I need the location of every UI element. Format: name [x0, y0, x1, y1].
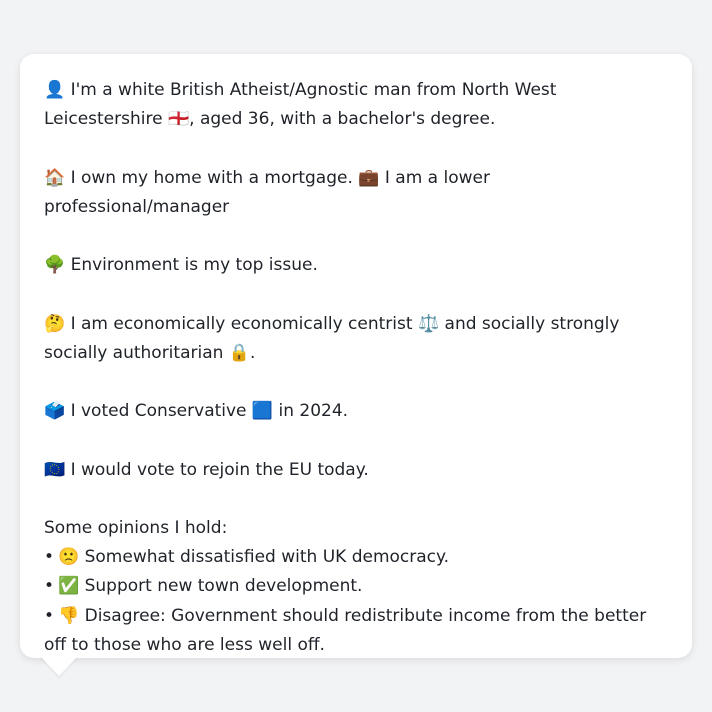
ideology-text-end: .	[249, 342, 256, 363]
opinions-heading: Some opinions I hold:	[44, 517, 228, 538]
briefcase-icon: 💼	[358, 167, 380, 188]
eu-line: 🇪🇺 I would vote to rejoin the EU today.	[44, 456, 668, 485]
identity-line: 👤 I'm a white British Atheist/Agnostic m…	[44, 76, 668, 134]
person-icon: 👤	[44, 80, 66, 100]
bullet: •	[44, 605, 55, 626]
england-flag-icon: 🏴󠁧󠁢󠁥󠁮󠁧󠁿	[167, 109, 190, 130]
vote-year-text: in 2024.	[278, 401, 349, 422]
opinion-item-democracy: • 🙁 Somewhat dissatisfied with UK democra…	[44, 543, 668, 572]
thinking-face-icon: 🤔	[44, 313, 66, 334]
ballot-box-icon: 🗳️	[44, 401, 66, 422]
top-issue-text: Environment is my top issue.	[70, 255, 318, 276]
check-mark-icon: ✅	[58, 576, 80, 597]
opinion-item-town-development: • ✅ Support new town development.	[44, 572, 668, 601]
lock-icon: 🔒	[228, 342, 250, 363]
bullet: •	[44, 547, 55, 568]
ideology-text: I am economically economically centrist	[70, 313, 413, 334]
thumbs-down-icon: 👎	[58, 605, 80, 626]
profile-message-bubble: 👤 I'm a white British Atheist/Agnostic m…	[20, 54, 692, 658]
bubble-tail	[40, 656, 78, 676]
bullet: •	[44, 576, 55, 597]
housing-line: 🏠 I own my home with a mortgage. 💼 I am …	[44, 164, 668, 222]
eu-flag-icon: 🇪🇺	[44, 459, 66, 480]
balance-scale-icon: ⚖️	[417, 313, 440, 334]
top-issue-line: 🌳 Environment is my top issue.	[44, 251, 668, 280]
opinion-text: Support new town development.	[84, 576, 363, 597]
vote-text: I voted Conservative	[70, 401, 247, 422]
tree-icon: 🌳	[44, 255, 66, 276]
house-icon: 🏠	[44, 167, 66, 188]
opinion-text: Disagree: Government should redistribute…	[44, 605, 647, 655]
ideology-line: 🤔 I am economically economically centris…	[44, 310, 668, 368]
blue-square-icon: 🟦	[251, 401, 274, 422]
opinions-list: • 🙁 Somewhat dissatisfied with UK democra…	[44, 543, 668, 660]
eu-text: I would vote to rejoin the EU today.	[70, 459, 369, 480]
opinion-text: Somewhat dissatisfied with UK democracy.	[84, 547, 450, 568]
slightly-frowning-face-icon: 🙁	[58, 547, 80, 568]
housing-text: I own my home with a mortgage.	[70, 167, 353, 188]
opinion-item-redistribution: • 👎 Disagree: Government should redistrib…	[44, 602, 668, 660]
identity-text-suffix: , aged 36, with a bachelor's degree.	[189, 109, 496, 130]
vote-line: 🗳️ I voted Conservative 🟦 in 2024.	[44, 397, 668, 426]
